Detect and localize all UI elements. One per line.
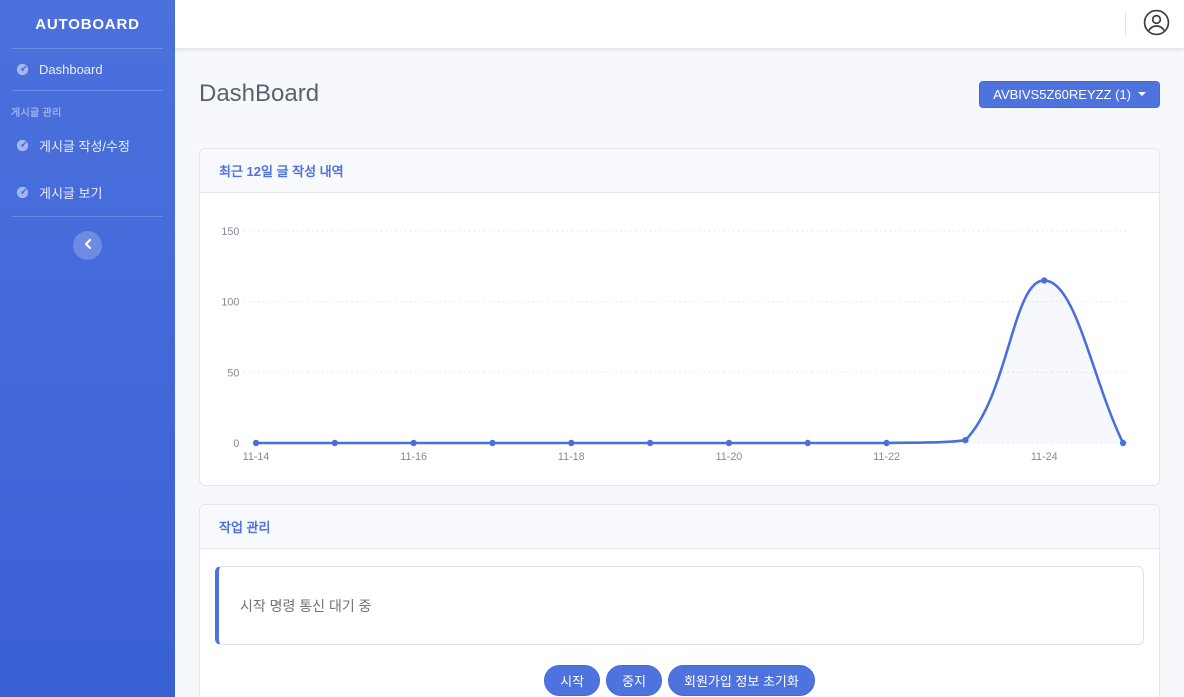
svg-text:11-22: 11-22 [873,451,900,463]
task-card-body: 시작 명령 통신 대기 중 시작 중지 회원가입 정보 초기화 [200,549,1159,697]
sidebar-item-label: Dashboard [39,62,103,77]
tachometer-icon [15,62,30,77]
sidebar-item-label: 게시글 보기 [39,183,102,202]
status-message-text: 시작 명령 통신 대기 중 [240,596,371,616]
page-title: DashBoard [199,80,319,108]
status-message-box: 시작 명령 통신 대기 중 [215,566,1144,645]
page: DashBoard AVBIVS5Z60REYZZ (1) 최근 12일 글 작… [175,48,1184,697]
chart-body: 0 50 100 150 11-14 11-16 11-18 11-20 11-22 11-24 [200,193,1159,485]
recent-posts-chart: 0 50 100 150 11-14 11-16 11-18 11-20 11-22 11-24 [210,199,1149,479]
account-dropdown-label: AVBIVS5Z60REYZZ (1) [993,87,1131,102]
recent-posts-card-title: 최근 12일 글 작성 내역 [200,149,1159,193]
task-card-title: 작업 관리 [200,505,1159,549]
sidebar-item-dashboard[interactable]: Dashboard [0,49,175,90]
sidebar: AUTOBOARD Dashboard 게시글 관리 게시글 작성/수정 게시글… [0,0,175,697]
sidebar-item-post-view[interactable]: 게시글 보기 [0,169,175,216]
account-dropdown-button[interactable]: AVBIVS5Z60REYZZ (1) [979,81,1160,108]
topbar-divider [1125,11,1126,37]
person-circle-icon [1143,9,1170,39]
sidebar-collapse-area [0,217,175,260]
reset-signup-info-button[interactable]: 회원가입 정보 초기화 [668,665,815,696]
svg-text:11-14: 11-14 [243,451,270,463]
page-head: DashBoard AVBIVS5Z60REYZZ (1) [199,80,1160,108]
content-column: DashBoard AVBIVS5Z60REYZZ (1) 최근 12일 글 작… [175,0,1184,697]
sidebar-item-post-edit[interactable]: 게시글 작성/수정 [0,122,175,169]
task-management-card: 작업 관리 시작 명령 통신 대기 중 시작 중지 회원가입 정보 초기화 [199,504,1160,697]
sidebar-collapse-button[interactable] [73,231,102,260]
tachometer-icon [15,138,30,153]
chevron-left-icon [83,238,93,253]
sidebar-item-label: 게시글 작성/수정 [39,136,130,155]
svg-text:0: 0 [233,438,239,450]
svg-text:50: 50 [227,367,239,379]
tachometer-icon [15,185,30,200]
recent-posts-card: 최근 12일 글 작성 내역 0 50 100 150 11-14 11-16 11-18 1… [199,148,1160,486]
svg-text:11-18: 11-18 [558,451,585,463]
topbar [175,0,1184,48]
svg-text:11-20: 11-20 [716,451,743,463]
stop-button[interactable]: 중지 [606,665,662,696]
sidebar-section-heading: 게시글 관리 [0,91,175,122]
caret-down-icon [1138,92,1146,96]
user-menu-button[interactable] [1143,9,1170,39]
start-button[interactable]: 시작 [544,665,600,696]
svg-text:150: 150 [221,226,239,238]
task-button-row: 시작 중지 회원가입 정보 초기화 [215,665,1144,696]
svg-text:11-24: 11-24 [1031,451,1058,463]
app-root: AUTOBOARD Dashboard 게시글 관리 게시글 작성/수정 게시글… [0,0,1184,697]
svg-text:11-16: 11-16 [400,451,427,463]
svg-text:100: 100 [221,297,239,309]
brand-title[interactable]: AUTOBOARD [0,0,175,48]
